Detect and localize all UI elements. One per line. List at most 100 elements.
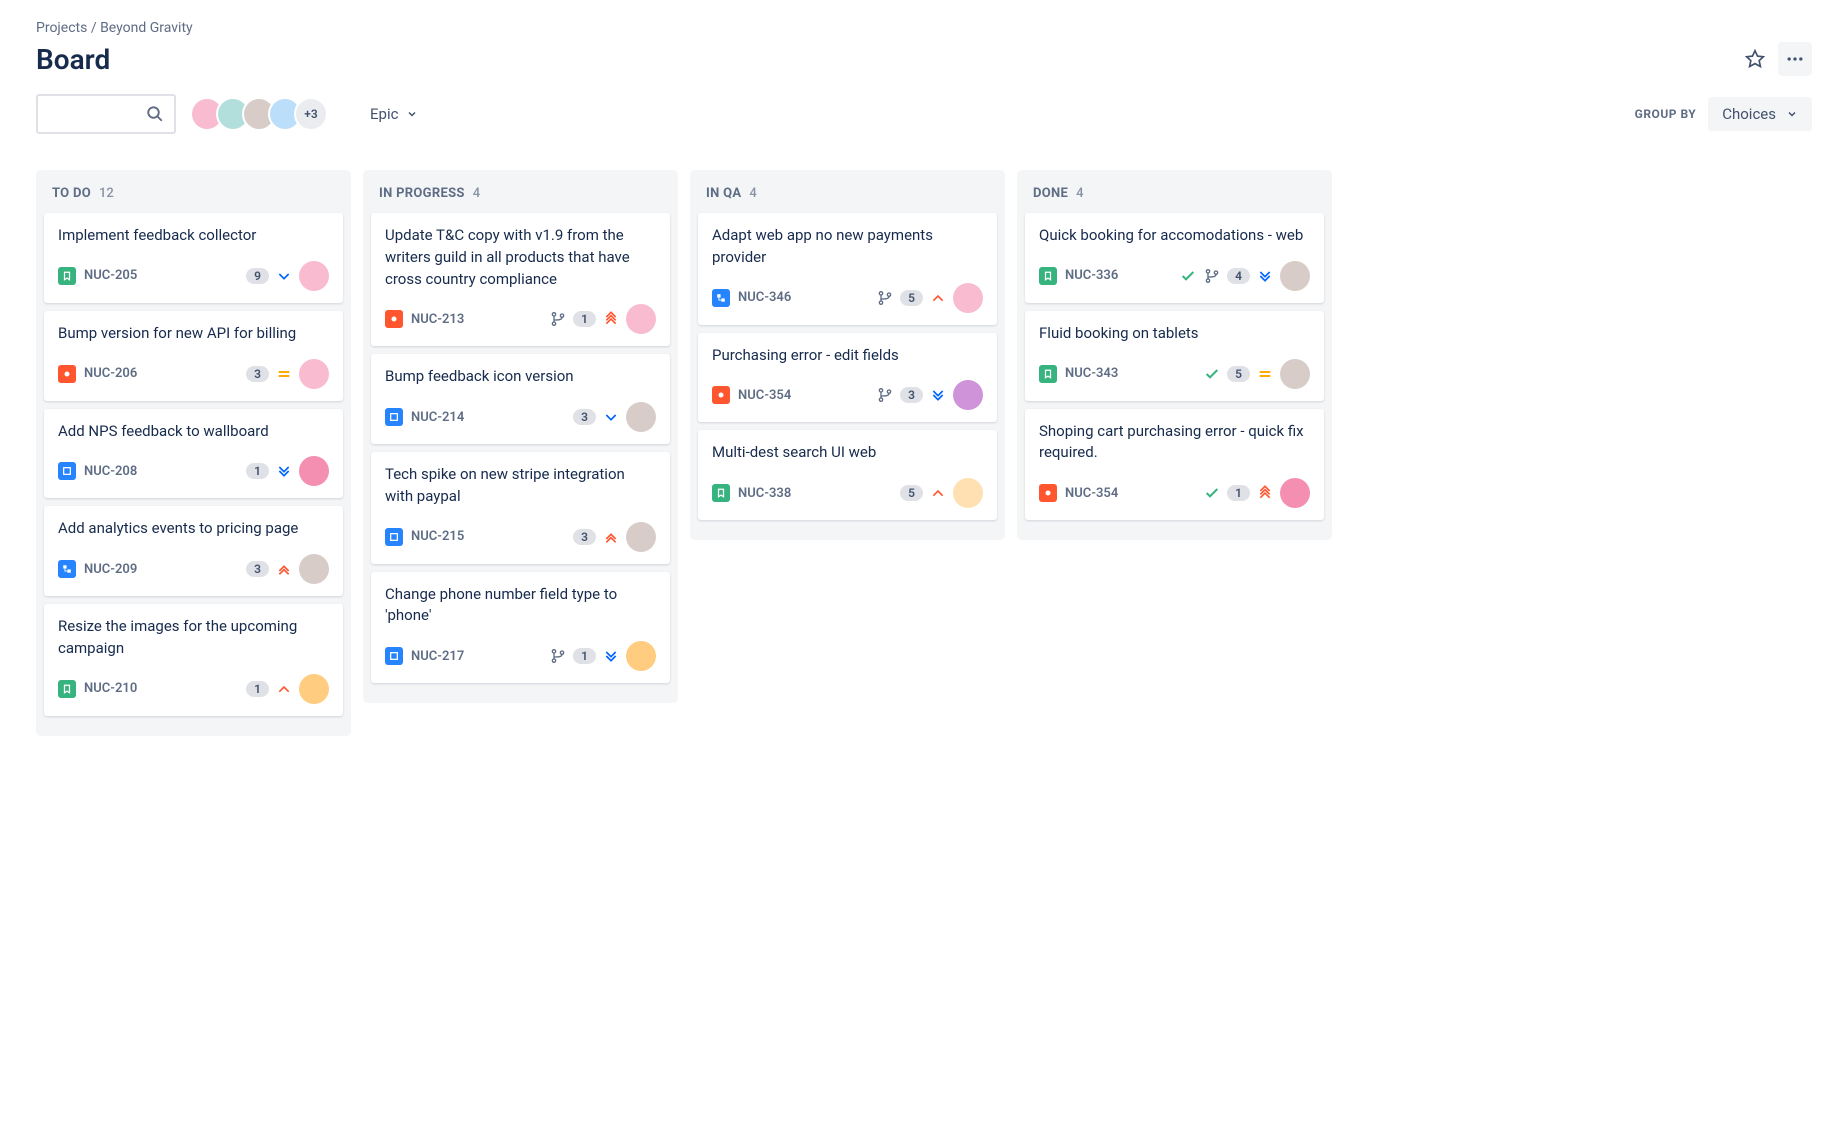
issue-type-icon [58,462,76,480]
estimate-badge: 1 [246,681,269,697]
estimate-badge: 3 [573,409,596,425]
breadcrumb-root[interactable]: Projects [36,20,87,36]
avatar-overflow[interactable]: +3 [294,97,328,131]
chevron-down-icon [1786,108,1798,120]
issue-key: NUC-206 [84,366,137,381]
breadcrumb-project[interactable]: Beyond Gravity [100,20,193,36]
group-by: GROUP BY Choices [1635,97,1812,131]
issue-key: NUC-214 [411,410,464,425]
assignee-avatar[interactable] [299,359,329,389]
board: TO DO 12 Implement feedback collectorNUC-2… [36,170,1812,736]
star-button[interactable] [1738,42,1772,76]
issue-card[interactable]: Shoping cart purchasing error - quick fi… [1025,409,1324,521]
column-header: IN PROGRESS4 [371,182,670,213]
card-title: Bump feedback icon version [385,366,656,388]
card-title: Update T&C copy with v1.9 from the write… [385,225,656,290]
estimate-badge: 3 [900,387,923,403]
issue-key: NUC-213 [411,312,464,327]
priority-icon [275,560,293,578]
issue-key: NUC-215 [411,529,464,544]
issue-card[interactable]: Bump version for new API for billing NUC-… [44,311,343,401]
assignee-avatar[interactable] [299,554,329,584]
issue-key: NUC-338 [738,486,791,501]
estimate-badge: 5 [1227,366,1250,382]
issue-card[interactable]: Bump feedback icon version NUC-214 3 [371,354,670,444]
column-header: DONE 4 [1025,182,1324,213]
issue-type-icon [58,365,76,383]
done-check-icon [1203,365,1221,383]
estimate-badge: 3 [573,529,596,545]
assignee-avatar[interactable] [626,304,656,334]
issue-type-icon [58,267,76,285]
assignee-avatar[interactable] [953,283,983,313]
column-title: DONE [1033,186,1068,201]
branch-icon [549,647,567,665]
issue-card[interactable]: Adapt web app no new payments providerNU… [698,213,997,325]
toolbar: +3 Epic GROUP BY Choices [36,94,1812,134]
issue-card[interactable]: Fluid booking on tabletsNUC-3435 [1025,311,1324,401]
issue-card[interactable]: Add NPS feedback to wallboardNUC-2081 [44,409,343,499]
column-title: IN QA [706,186,741,201]
assignee-avatar[interactable] [953,380,983,410]
epic-filter[interactable]: Epic [362,99,426,129]
issue-card[interactable]: Change phone number field type to 'phone… [371,572,670,684]
group-by-label: GROUP BY [1635,107,1697,121]
assignee-avatar[interactable] [299,261,329,291]
estimate-badge: 5 [900,485,923,501]
issue-card[interactable]: Multi-dest search UI webNUC-3385 [698,430,997,520]
assignee-avatar[interactable] [626,402,656,432]
priority-icon [929,289,947,307]
priority-icon [1256,267,1274,285]
issue-key: NUC-354 [1065,486,1118,501]
card-title: Add analytics events to pricing page [58,518,329,540]
column-title: TO DO [52,186,91,201]
group-by-select[interactable]: Choices [1708,97,1812,131]
column-count: 4 [1076,186,1083,201]
estimate-badge: 1 [573,311,596,327]
issue-key: NUC-354 [738,388,791,403]
avatar-stack[interactable]: +3 [190,97,328,131]
issue-key: NUC-217 [411,649,464,664]
priority-icon [1256,484,1274,502]
assignee-avatar[interactable] [1280,478,1310,508]
column-count: 12 [99,186,114,201]
issue-card[interactable]: Update T&C copy with v1.9 from the write… [371,213,670,346]
assignee-avatar[interactable] [1280,261,1310,291]
done-check-icon [1203,484,1221,502]
issue-key: NUC-343 [1065,366,1118,381]
issue-card[interactable]: Quick booking for accomodations - webNUC… [1025,213,1324,303]
page-title: Board [36,43,110,76]
priority-icon [602,408,620,426]
issue-key: NUC-209 [84,562,137,577]
estimate-badge: 4 [1227,268,1250,284]
issue-type-icon [712,484,730,502]
assignee-avatar[interactable] [626,641,656,671]
assignee-avatar[interactable] [299,456,329,486]
issue-key: NUC-210 [84,681,137,696]
assignee-avatar[interactable] [953,478,983,508]
card-title: Tech spike on new stripe integration wit… [385,464,656,508]
estimate-badge: 5 [900,290,923,306]
more-button[interactable] [1778,42,1812,76]
branch-icon [1203,267,1221,285]
estimate-badge: 3 [246,561,269,577]
header-actions [1738,42,1812,76]
card-title: Bump version for new API for billing [58,323,329,345]
assignee-avatar[interactable] [1280,359,1310,389]
search-input[interactable] [36,94,176,134]
priority-icon [275,680,293,698]
issue-card[interactable]: Resize the images for the upcoming campa… [44,604,343,716]
card-title: Resize the images for the upcoming campa… [58,616,329,660]
column-count: 4 [473,186,480,201]
priority-icon [602,647,620,665]
assignee-avatar[interactable] [299,674,329,704]
estimate-badge: 9 [246,268,269,284]
issue-card[interactable]: Purchasing error - edit fieldsNUC-3543 [698,333,997,423]
issue-card[interactable]: Add analytics events to pricing page NUC-… [44,506,343,596]
issue-card[interactable]: Tech spike on new stripe integration wit… [371,452,670,564]
branch-icon [876,386,894,404]
estimate-badge: 1 [246,463,269,479]
assignee-avatar[interactable] [626,522,656,552]
issue-type-icon [58,680,76,698]
issue-card[interactable]: Implement feedback collectorNUC-2059 [44,213,343,303]
